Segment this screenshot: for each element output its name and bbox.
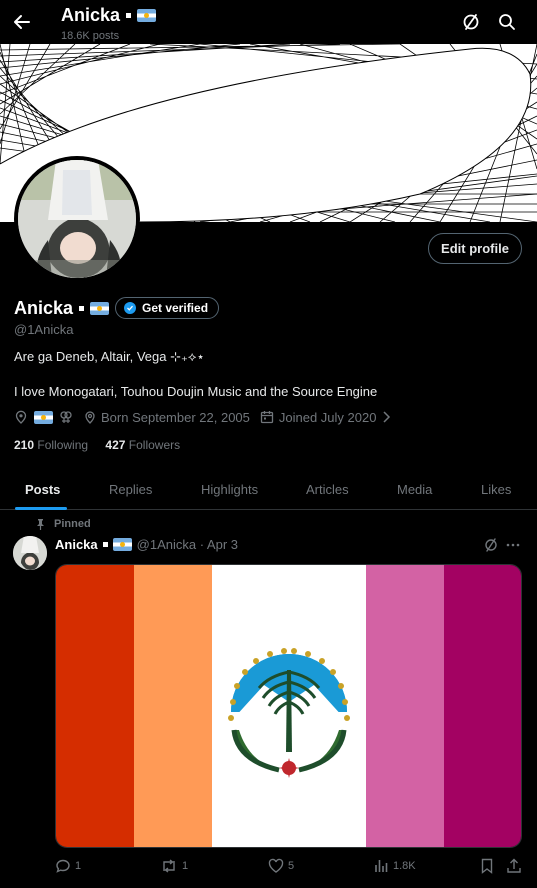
- followers-link[interactable]: 427 Followers: [105, 438, 180, 452]
- repost-button[interactable]: 1: [160, 858, 188, 874]
- following-count: 210: [14, 438, 35, 452]
- pin-icon: [37, 519, 44, 530]
- post-avatar-image: [13, 536, 47, 570]
- follow-stats: 210 Following 427 Followers: [14, 438, 180, 452]
- square-dot-icon: [102, 542, 108, 547]
- born-date: Born September 22, 2005: [101, 409, 250, 425]
- more-icon[interactable]: [505, 537, 521, 553]
- tab-posts[interactable]: Posts: [25, 482, 60, 497]
- like-icon: [268, 858, 284, 873]
- avatar-image: [18, 160, 136, 278]
- post-author-name[interactable]: Anicka: [55, 537, 98, 552]
- views-count: 1.8K: [393, 860, 416, 872]
- argentina-flag-icon: [90, 302, 110, 315]
- location-icon: [85, 411, 95, 424]
- pinned-label: Pinned: [35, 518, 91, 530]
- followers-label: Followers: [128, 438, 181, 452]
- reply-count: 1: [75, 860, 82, 872]
- share-icon: [507, 858, 521, 873]
- argentina-flag-icon: [137, 9, 157, 22]
- bookmark-button[interactable]: [480, 858, 494, 874]
- posts-count: 18.6K posts: [61, 30, 120, 42]
- search-icon[interactable]: [497, 12, 517, 32]
- calendar-icon: [260, 411, 274, 424]
- top-bar: Anicka 18.6K posts: [0, 0, 537, 44]
- get-verified-button[interactable]: Get verified: [115, 297, 220, 319]
- tab-media[interactable]: Media: [397, 482, 432, 497]
- ban-circle-icon[interactable]: [483, 537, 499, 553]
- post-actions: 1 1 5 1.8K: [0, 858, 537, 878]
- venus-mars-icon: [60, 411, 72, 423]
- tab-replies[interactable]: Replies: [109, 482, 152, 497]
- joined-date: Joined July 2020: [278, 409, 377, 425]
- argentina-flag-icon: [34, 410, 53, 424]
- following-label: Following: [37, 438, 89, 452]
- get-verified-label: Get verified: [142, 301, 209, 315]
- tab-highlights[interactable]: Highlights: [201, 482, 258, 497]
- ban-circle-icon[interactable]: [461, 12, 481, 32]
- verified-badge-icon: [124, 302, 136, 314]
- argentina-flag-icon: [112, 538, 132, 551]
- post-header: Anicka @1Anicka · Apr 3: [55, 537, 238, 552]
- flag-image: [56, 565, 521, 847]
- chevron-right-icon[interactable]: [380, 410, 392, 424]
- profile-name: Anicka: [14, 298, 110, 319]
- profile-tabs: Posts Replies Highlights Articles Media …: [0, 472, 537, 510]
- tab-articles[interactable]: Articles: [306, 482, 349, 497]
- repost-count: 1: [182, 860, 189, 872]
- square-dot-icon: [79, 306, 85, 311]
- like-count: 5: [288, 860, 295, 872]
- post-media-flag[interactable]: [55, 564, 522, 848]
- bio-line-2: I love Monogatari, Touhou Doujin Music a…: [14, 384, 378, 399]
- profile-meta: Born September 22, 2005 Joined July 2020: [14, 408, 392, 426]
- tab-likes[interactable]: Likes: [481, 482, 511, 497]
- following-link[interactable]: 210 Following: [14, 438, 88, 452]
- header-name: Anicka: [61, 5, 121, 25]
- bookmark-icon: [481, 858, 493, 874]
- like-button[interactable]: 5: [268, 858, 294, 874]
- reply-icon: [56, 859, 70, 873]
- repost-icon: [163, 859, 175, 873]
- profile-avatar[interactable]: [14, 156, 140, 282]
- views-button[interactable]: 1.8K: [373, 858, 416, 874]
- header-title: Anicka: [61, 5, 157, 26]
- share-button[interactable]: [506, 858, 522, 874]
- pinned-text: Pinned: [54, 518, 91, 530]
- active-tab-indicator: [15, 507, 67, 510]
- followers-count: 427: [105, 438, 126, 452]
- post-handle-date[interactable]: @1Anicka · Apr 3: [137, 537, 238, 552]
- edit-profile-button[interactable]: Edit profile: [428, 233, 522, 264]
- display-name: Anicka: [14, 298, 74, 318]
- location-pin-icon: [15, 410, 27, 424]
- views-icon: [375, 860, 388, 872]
- reply-button[interactable]: 1: [55, 858, 81, 874]
- profile-handle: @1Anicka: [14, 322, 74, 337]
- back-arrow-icon[interactable]: [12, 12, 32, 32]
- square-dot-icon: [126, 13, 132, 18]
- bio-line-1: Are ga Deneb, Altair, Vega ⊹₊⟡⋆: [14, 349, 205, 364]
- post-author-avatar[interactable]: [13, 536, 47, 570]
